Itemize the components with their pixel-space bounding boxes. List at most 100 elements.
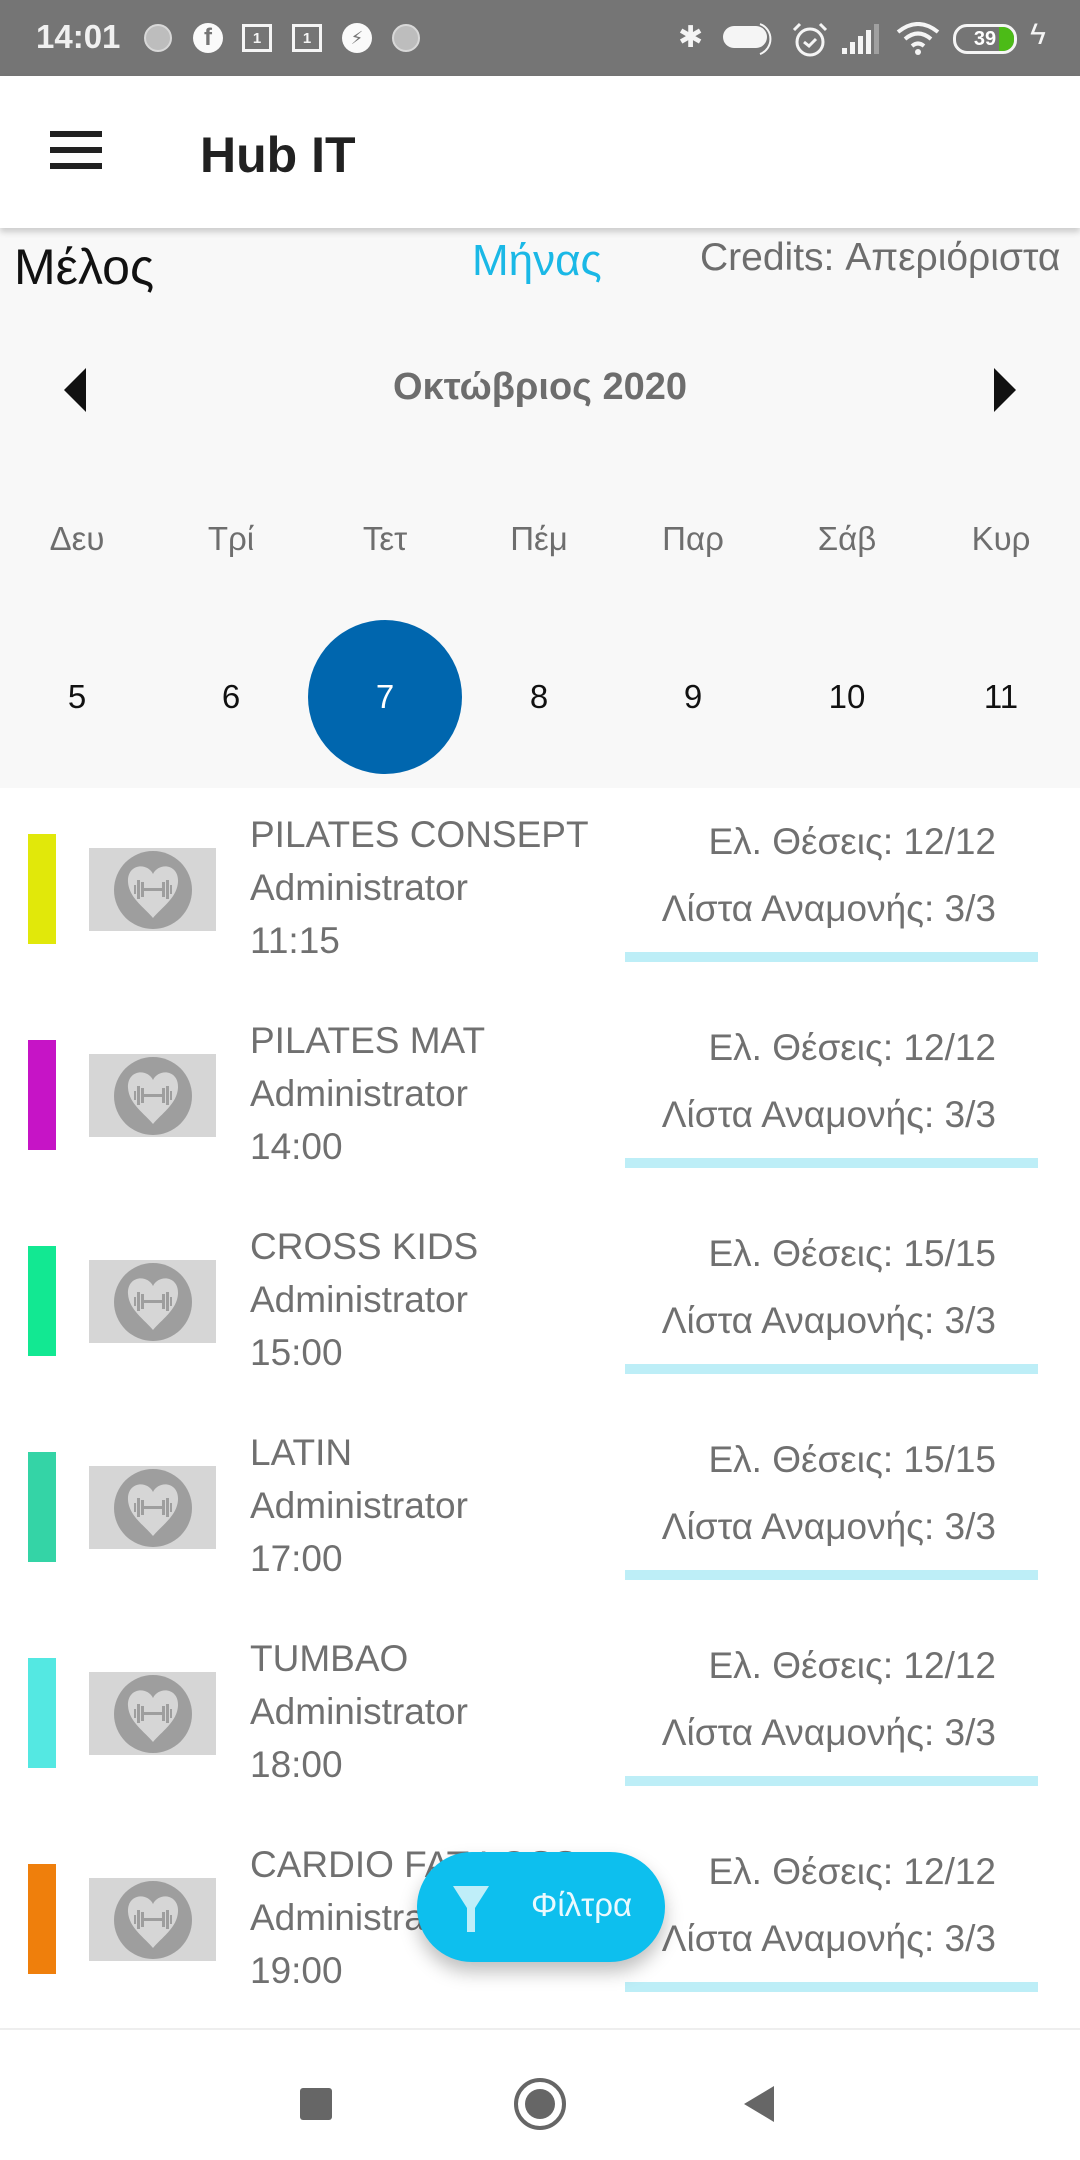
battery-percent: 39	[973, 28, 997, 50]
class-info: PILATES MAT Administrator 14:00	[250, 1014, 485, 1173]
class-stats: Ελ. Θέσεις: 12/12 Λίστα Αναμονής: 3/3	[662, 808, 996, 942]
class-thumbnail	[89, 1466, 216, 1549]
hamburger-menu-icon[interactable]	[50, 131, 102, 169]
bluetooth-icon: ✱	[678, 21, 704, 54]
capacity-progress-bar	[625, 952, 1038, 962]
filter-label: Φίλτρα	[531, 1886, 633, 1923]
heart-dumbbell-icon	[113, 1262, 192, 1341]
battery-icon: 39	[953, 24, 1017, 54]
charging-icon: ϟ	[1030, 18, 1046, 51]
class-time: 17:00	[250, 1538, 343, 1579]
class-color-bar	[28, 1246, 56, 1356]
filter-button[interactable]: Φίλτρα	[417, 1852, 665, 1962]
day-cell[interactable]: 6	[154, 620, 308, 774]
day-cell[interactable]: 5	[0, 620, 154, 774]
class-name: PILATES CONSEPT	[250, 814, 589, 855]
heart-dumbbell-icon	[113, 1880, 192, 1959]
calendar-icon: 1	[242, 24, 272, 52]
day-row: 5 6 7 8 9 10 11	[0, 620, 1080, 774]
waiting-list: Λίστα Αναμονής: 3/3	[661, 1506, 996, 1547]
status-time: 14:01	[36, 18, 121, 55]
class-stats: Ελ. Θέσεις: 12/12 Λίστα Αναμονής: 3/3	[662, 1014, 996, 1148]
weekday-label: Σάβ	[817, 520, 877, 557]
day-number: 11	[983, 678, 1019, 715]
class-row[interactable]: TUMBAO Administrator 18:00 Ελ. Θέσεις: 1…	[0, 1612, 1080, 1818]
day-number: 5	[67, 678, 87, 715]
toggle-icon	[723, 23, 772, 55]
class-name: PILATES MAT	[250, 1020, 486, 1061]
day-cell[interactable]: 8	[462, 620, 616, 774]
class-color-bar	[28, 1658, 56, 1768]
filter-icon	[453, 1886, 489, 1932]
day-cell[interactable]: 9	[616, 620, 770, 774]
heart-dumbbell-icon	[113, 850, 192, 929]
app-bar: Hub IT	[0, 76, 1080, 228]
class-stats: Ελ. Θέσεις: 12/12 Λίστα Αναμονής: 3/3	[662, 1632, 996, 1766]
waiting-list: Λίστα Αναμονής: 3/3	[661, 1300, 996, 1341]
class-name: CROSS KIDS	[250, 1226, 479, 1267]
capacity-progress-bar	[625, 1158, 1038, 1168]
available-seats: Ελ. Θέσεις: 15/15	[708, 1439, 996, 1480]
class-stats: Ελ. Θέσεις: 12/12 Λίστα Αναμονής: 3/3	[662, 1838, 996, 1972]
class-row[interactable]: CROSS KIDS Administrator 15:00 Ελ. Θέσει…	[0, 1200, 1080, 1406]
available-seats: Ελ. Θέσεις: 12/12	[708, 1851, 996, 1892]
class-thumbnail	[89, 1260, 216, 1343]
class-stats: Ελ. Θέσεις: 15/15 Λίστα Αναμονής: 3/3	[662, 1426, 996, 1560]
class-instructor: Administrator	[250, 1485, 468, 1526]
calendar-badge: 1	[302, 29, 312, 47]
weekday-label: Παρ	[662, 520, 724, 557]
capacity-progress-bar	[625, 1570, 1038, 1580]
class-info: CROSS KIDS Administrator 15:00	[250, 1220, 478, 1379]
home-circle-icon[interactable]	[514, 2078, 566, 2130]
loading-dot-icon	[144, 24, 172, 52]
capacity-progress-bar	[625, 1982, 1038, 1992]
weekday-label: Τετ	[362, 520, 408, 557]
class-instructor: Administrator	[250, 867, 468, 908]
heart-dumbbell-icon	[113, 1056, 192, 1135]
day-number: 9	[683, 678, 703, 715]
facebook-icon: f	[193, 23, 223, 53]
class-row[interactable]: LATIN Administrator 17:00 Ελ. Θέσεις: 15…	[0, 1406, 1080, 1612]
day-number: 8	[529, 678, 549, 715]
weekday-label: Δευ	[49, 520, 105, 557]
month-view-tab[interactable]: Μήνας	[472, 236, 602, 286]
member-label: Μέλος	[14, 239, 155, 295]
day-number: 10	[828, 678, 866, 715]
available-seats: Ελ. Θέσεις: 12/12	[708, 1645, 996, 1686]
day-number: 6	[221, 678, 241, 715]
weekday-label: Κυρ	[971, 520, 1031, 557]
class-name: TUMBAO	[250, 1638, 409, 1679]
capacity-progress-fill	[625, 1776, 1038, 1786]
weekday-row: Δευ Τρί Τετ Πέμ Παρ Σάβ Κυρ	[0, 520, 1080, 558]
class-thumbnail	[89, 1054, 216, 1137]
class-row[interactable]: PILATES MAT Administrator 14:00 Ελ. Θέσε…	[0, 994, 1080, 1200]
class-name: LATIN	[250, 1432, 353, 1473]
wifi-icon	[896, 22, 940, 55]
class-color-bar	[28, 1040, 56, 1150]
day-cell[interactable]: 7	[308, 620, 462, 774]
system-nav-bar	[0, 2028, 1080, 2160]
month-title: Οκτώβριος 2020	[392, 366, 688, 408]
waiting-list: Λίστα Αναμονής: 3/3	[661, 888, 996, 929]
class-color-bar	[28, 1864, 56, 1974]
class-color-bar	[28, 834, 56, 944]
class-info: TUMBAO Administrator 18:00	[250, 1632, 468, 1791]
class-thumbnail	[89, 1672, 216, 1755]
loading-dot-icon	[392, 24, 420, 52]
class-instructor: Administrator	[250, 1073, 468, 1114]
back-triangle-icon[interactable]	[744, 2086, 774, 2122]
class-thumbnail	[89, 1878, 216, 1961]
capacity-progress-fill	[625, 1364, 1038, 1374]
capacity-progress-fill	[625, 952, 1038, 962]
day-cell[interactable]: 10	[770, 620, 924, 774]
next-month-button[interactable]	[994, 368, 1016, 412]
class-time: 18:00	[250, 1744, 343, 1785]
available-seats: Ελ. Θέσεις: 12/12	[708, 1027, 996, 1068]
day-number: 7	[375, 678, 395, 715]
class-row[interactable]: PILATES CONSEPT Administrator 11:15 Ελ. …	[0, 788, 1080, 994]
day-cell[interactable]: 11	[924, 620, 1078, 774]
capacity-progress-fill	[625, 1570, 1038, 1580]
status-bar: 14:01 f 1 1 ⚡ ✱ 39 ϟ	[0, 0, 1080, 76]
recents-square-icon[interactable]	[300, 2088, 332, 2120]
calendar-icon: 1	[292, 24, 322, 52]
